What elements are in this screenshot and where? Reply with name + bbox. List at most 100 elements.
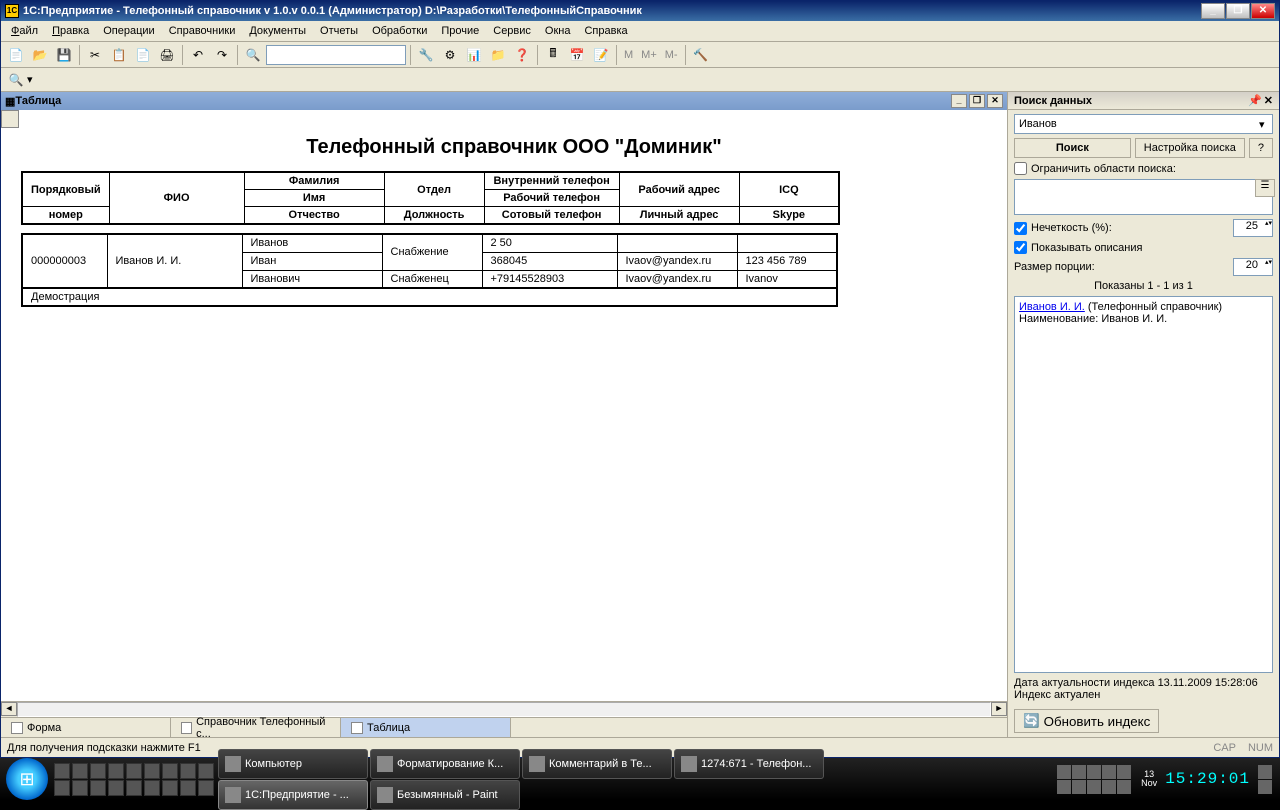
undo-icon[interactable]: ↶ [187,44,209,66]
help-icon[interactable]: ❓ [511,44,533,66]
menu-operations[interactable]: Операции [97,23,160,39]
task-comment[interactable]: Комментарий в Те... [522,749,672,779]
result-link[interactable]: Иванов И. И. [1019,301,1085,313]
portion-spinner[interactable]: 20 [1233,258,1273,276]
tray-icon[interactable] [1057,765,1071,779]
memory-m[interactable]: М [621,49,636,61]
menu-file[interactable]: Файл [5,23,44,39]
task-1c[interactable]: 1С:Предприятие - ... [218,780,368,810]
fuzzy-spinner[interactable]: 25 [1233,219,1273,237]
help-button[interactable]: ? [1249,138,1273,158]
copy-icon[interactable]: 📋 [108,44,130,66]
tray-icon[interactable] [1117,780,1131,794]
search-settings-button[interactable]: Настройка поиска [1135,138,1245,158]
memory-mplus[interactable]: М+ [638,49,660,61]
doc-close-button[interactable]: ✕ [987,94,1003,108]
tool-icon[interactable]: 📊 [463,44,485,66]
calc-icon[interactable]: 🖩 [542,44,564,66]
tray-icon[interactable] [1087,765,1101,779]
tool-icon[interactable]: 🔧 [415,44,437,66]
menu-other[interactable]: Прочие [435,23,485,39]
tray-icon[interactable] [1072,765,1086,779]
scroll-right-icon[interactable]: ► [991,702,1007,716]
tool-icon[interactable]: 📝 [590,44,612,66]
quicklaunch-icon[interactable] [54,780,70,796]
quicklaunch-icon[interactable] [54,763,70,779]
menu-edit[interactable]: Правка [46,23,95,39]
calendar-icon[interactable]: 📅 [566,44,588,66]
tray-icon[interactable] [1087,780,1101,794]
menu-catalogs[interactable]: Справочники [163,23,242,39]
search-combo[interactable] [266,45,406,65]
tray-icon[interactable] [1117,765,1131,779]
paste-icon[interactable]: 📄 [132,44,154,66]
open-icon[interactable]: 📂 [29,44,51,66]
quicklaunch-icon[interactable] [162,763,178,779]
date-badge[interactable]: 13 Nov [1141,770,1157,788]
menu-documents[interactable]: Документы [243,23,312,39]
menu-windows[interactable]: Окна [539,23,577,39]
menu-help[interactable]: Справка [578,23,633,39]
select-areas-icon[interactable]: ☰ [1255,179,1275,197]
zoom-icon[interactable]: 🔍 [5,69,27,91]
clock[interactable]: 15:29:01 [1165,770,1250,788]
menu-service[interactable]: Сервис [487,23,537,39]
quicklaunch-icon[interactable] [72,780,88,796]
quicklaunch-icon[interactable] [144,763,160,779]
titlebar[interactable]: 1C 1С:Предприятие - Телефонный справочни… [1,1,1279,21]
show-desc-checkbox[interactable]: Показывать описания [1014,241,1273,254]
save-icon[interactable]: 💾 [53,44,75,66]
tray-icon[interactable] [1102,780,1116,794]
update-index-button[interactable]: 🔄Обновить индекс [1014,709,1159,733]
menu-reports[interactable]: Отчеты [314,23,364,39]
task-phone[interactable]: 1274:671 - Телефон... [674,749,824,779]
task-format[interactable]: Форматирование К... [370,749,520,779]
close-button[interactable]: ✕ [1251,3,1275,19]
quicklaunch-icon[interactable] [90,780,106,796]
tray-icon[interactable] [1057,780,1071,794]
task-paint[interactable]: Безымянный - Paint [370,780,520,810]
wrench-icon[interactable]: 🔨 [690,44,712,66]
quicklaunch-icon[interactable] [198,763,214,779]
tab-form[interactable]: Форма [1,718,171,737]
redo-icon[interactable]: ↷ [211,44,233,66]
doc-titlebar[interactable]: ▦ Таблица _ ❐ ✕ [1,92,1007,110]
doc-minimize-button[interactable]: _ [951,94,967,108]
maximize-button[interactable]: ❐ [1226,3,1250,19]
tool-icon[interactable]: 📁 [487,44,509,66]
task-computer[interactable]: Компьютер [218,749,368,779]
close-icon[interactable]: ✕ [1264,94,1273,107]
cut-icon[interactable]: ✂ [84,44,106,66]
select-all-cell[interactable] [1,110,19,128]
quicklaunch-icon[interactable] [108,763,124,779]
quicklaunch-icon[interactable] [90,763,106,779]
quicklaunch-icon[interactable] [180,780,196,796]
tab-catalog[interactable]: Справочник Телефонный с... [171,718,341,737]
quicklaunch-icon[interactable] [162,780,178,796]
memory-mminus[interactable]: М- [662,49,681,61]
minimize-button[interactable]: _ [1201,3,1225,19]
quicklaunch-icon[interactable] [126,780,142,796]
tool-icon[interactable]: ⚙ [439,44,461,66]
tray-icon[interactable] [1102,765,1116,779]
start-button[interactable]: ⊞ [6,758,48,800]
volume-icon[interactable] [1258,780,1272,794]
quicklaunch-icon[interactable] [126,763,142,779]
find-icon[interactable]: 🔍 [242,44,264,66]
quicklaunch-icon[interactable] [180,763,196,779]
quicklaunch-icon[interactable] [108,780,124,796]
tray-icon[interactable] [1258,765,1272,779]
doc-restore-button[interactable]: ❐ [969,94,985,108]
tray-icon[interactable] [1072,780,1086,794]
horizontal-scrollbar[interactable]: ◄ ► [1,701,1007,717]
quicklaunch-icon[interactable] [198,780,214,796]
print-icon[interactable]: 🖨 [156,44,178,66]
quicklaunch-icon[interactable] [72,763,88,779]
scroll-left-icon[interactable]: ◄ [1,702,17,716]
fuzzy-checkbox[interactable]: Нечеткость (%): [1014,222,1229,235]
limit-areas-checkbox[interactable]: Ограничить области поиска: [1014,162,1273,175]
menu-processing[interactable]: Обработки [366,23,433,39]
scroll-track[interactable] [17,702,991,717]
search-input[interactable] [1014,114,1273,134]
areas-textarea[interactable] [1014,179,1273,215]
